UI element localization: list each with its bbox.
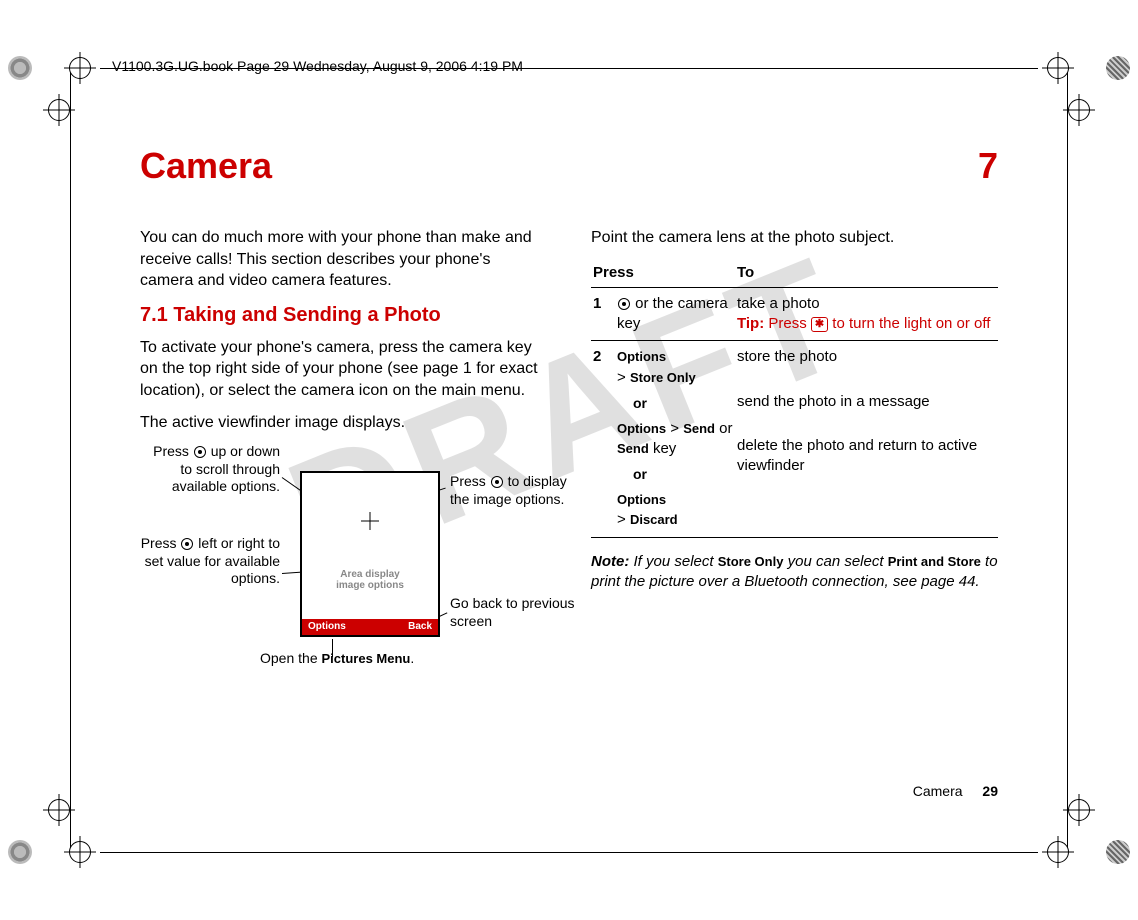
header-file-path: V1100.3G.UG.book Page 29 Wednesday, Augu… — [112, 58, 523, 74]
chapter-title: Camera — [140, 145, 272, 187]
tip-text: to turn the light on or off — [828, 315, 990, 332]
crop-target — [1068, 799, 1090, 821]
crop-target — [1047, 841, 1069, 863]
phone-screen: Area display image options Options Back — [300, 471, 440, 637]
label-text: image options — [302, 580, 438, 591]
menu-name: Pictures Menu — [322, 651, 411, 666]
label-text: Area display — [302, 569, 438, 580]
lead-paragraph: Point the camera lens at the photo subje… — [591, 227, 998, 249]
crosshair-icon — [361, 512, 379, 530]
footer-page-number: 29 — [982, 783, 998, 799]
step-number: 2 — [591, 341, 615, 537]
nav-key-icon — [194, 446, 206, 458]
or-label: or — [617, 394, 733, 413]
press-text: or the camera key — [617, 295, 728, 332]
note-lead: Note: — [591, 553, 629, 570]
note-text: If you select — [629, 553, 717, 570]
chapter-number: 7 — [978, 145, 998, 187]
callout-back: Go back to previous screen — [450, 595, 590, 630]
crop-target — [48, 799, 70, 821]
footer-section: Camera — [913, 783, 963, 799]
menu-name: Options — [617, 492, 666, 507]
page-content: Camera 7 You can do much more with your … — [70, 105, 1068, 815]
crop-row-bottom — [0, 836, 1138, 868]
press-cell: or the camera key — [615, 287, 735, 341]
softkey-right: Back — [408, 620, 432, 634]
to-cell: store the photo send the photo in a mess… — [735, 341, 998, 537]
table-row: 1 or the camera key take a photo Tip: Pr… — [591, 287, 998, 341]
caption-text: Open the — [260, 650, 322, 666]
steps-table: Press To 1 or the camera key take a phot… — [591, 259, 998, 538]
menu-name: Store Only — [630, 370, 696, 385]
sep: > — [666, 420, 683, 437]
callout-display-options: Press to display the image options. — [450, 473, 590, 508]
body-paragraph: To activate your phone's camera, press t… — [140, 337, 547, 402]
to-text: store the photo — [737, 347, 996, 367]
right-column: Point the camera lens at the photo subje… — [591, 227, 998, 703]
note-text: you can select — [783, 553, 887, 570]
press-cell: Options > Store Only or Options > Send o… — [615, 341, 735, 537]
crop-target — [69, 841, 91, 863]
registration-mark — [8, 56, 32, 80]
section-heading: 7.1 Taking and Sending a Photo — [140, 302, 547, 329]
star-key-icon: ✱ — [811, 317, 828, 332]
crop-target — [69, 57, 91, 79]
crop-target — [1047, 57, 1069, 79]
step-number: 1 — [591, 287, 615, 341]
press-text: key — [649, 440, 677, 457]
press-text: or — [715, 420, 733, 437]
tip-lead: Tip: — [737, 315, 764, 332]
menu-name: Store Only — [718, 554, 784, 569]
body-paragraph: The active viewfinder image displays. — [140, 412, 547, 434]
th-to: To — [735, 259, 998, 288]
menu-name: Send — [617, 441, 649, 456]
menu-name: Options — [617, 421, 666, 436]
crop-line — [100, 852, 1038, 853]
page-footer: Camera 29 — [913, 783, 998, 799]
callout-text: Press — [450, 473, 490, 489]
menu-name: Options — [617, 349, 666, 364]
softkey-bar: Options Back — [302, 619, 438, 635]
to-text: take a photo — [737, 294, 996, 314]
chapter-heading-row: Camera 7 — [140, 145, 998, 187]
tip-text: Press — [764, 315, 811, 332]
nav-key-icon — [491, 476, 503, 488]
or-label: or — [617, 465, 733, 484]
note-paragraph: Note: If you select Store Only you can s… — [591, 552, 998, 593]
tip-line: Tip: Press ✱ to turn the light on or off — [737, 314, 996, 334]
caption-text: . — [410, 650, 414, 666]
intro-paragraph: You can do much more with your phone tha… — [140, 227, 547, 292]
viewfinder-diagram: Press up or down to scroll through avail… — [140, 443, 547, 703]
crop-target — [48, 99, 70, 121]
callout-updown: Press up or down to scroll through avail… — [140, 443, 280, 496]
to-text: delete the photo and return to active vi… — [737, 436, 996, 477]
table-header-row: Press To — [591, 259, 998, 288]
menu-name: Send — [683, 421, 715, 436]
area-display-label: Area display image options — [302, 569, 438, 591]
registration-mark — [8, 840, 32, 864]
nav-key-icon — [181, 538, 193, 550]
nav-key-icon — [618, 298, 630, 310]
table-row: 2 Options > Store Only or Options > Send… — [591, 341, 998, 537]
open-caption: Open the Pictures Menu. — [260, 649, 414, 668]
callout-text: Press — [141, 535, 181, 551]
to-cell: take a photo Tip: Press ✱ to turn the li… — [735, 287, 998, 341]
callout-text: Press — [153, 443, 193, 459]
menu-name: Print and Store — [888, 554, 981, 569]
callout-leftright: Press left or right to set value for ava… — [140, 535, 280, 588]
to-text: send the photo in a message — [737, 392, 996, 412]
registration-mark — [1106, 840, 1130, 864]
registration-mark — [1106, 56, 1130, 80]
crop-target — [1068, 99, 1090, 121]
menu-name: Discard — [630, 512, 678, 527]
softkey-left: Options — [308, 620, 346, 634]
th-press: Press — [591, 259, 735, 288]
left-column: You can do much more with your phone tha… — [140, 227, 547, 703]
